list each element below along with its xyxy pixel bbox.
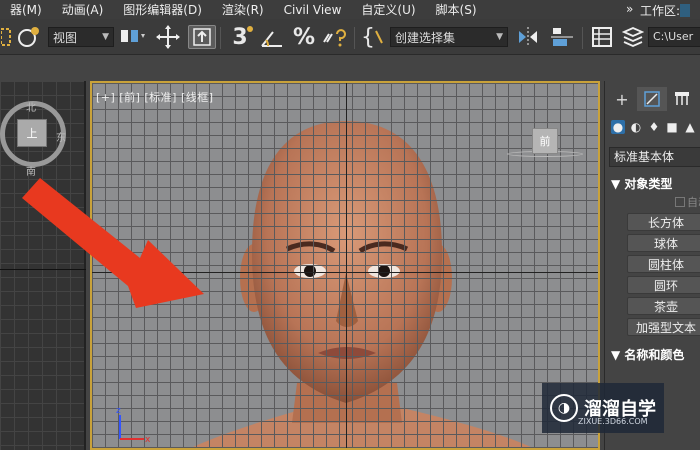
- name-color-rollout[interactable]: ▼ 名称和颜色: [611, 346, 684, 363]
- watermark-subtext: ZIXUE.3D66.COM: [578, 417, 648, 426]
- checkbox-icon: [675, 197, 685, 207]
- object-type-rollout[interactable]: ▼ 对象类型: [611, 175, 672, 192]
- geometry-icon[interactable]: ●: [611, 120, 625, 134]
- teapot-button[interactable]: 茶壶: [627, 297, 700, 315]
- helpers-icon[interactable]: ▲: [683, 120, 697, 134]
- hierarchy-icon: [675, 92, 689, 105]
- cameras-icon[interactable]: ■: [665, 120, 679, 134]
- lights-icon[interactable]: ♦: [647, 120, 661, 134]
- autogrid-label: 自动栅: [687, 196, 700, 209]
- torus-button[interactable]: 圆环: [627, 276, 700, 294]
- tab-hierarchy[interactable]: [667, 87, 697, 111]
- watermark-logo-icon: ◑: [550, 394, 578, 422]
- object-category-dropdown[interactable]: 标准基本体: [609, 147, 700, 167]
- tab-modify[interactable]: [637, 87, 667, 111]
- autogrid-checkbox[interactable]: 自动栅: [675, 194, 700, 210]
- shapes-icon[interactable]: ◐: [629, 120, 643, 134]
- category-icons: ● ◐ ♦ ■ ▲: [607, 117, 700, 137]
- box-button[interactable]: 长方体: [627, 213, 700, 231]
- modify-icon: [644, 91, 660, 107]
- tab-create[interactable]: +: [607, 87, 637, 111]
- cylinder-button[interactable]: 圆柱体: [627, 255, 700, 273]
- sphere-button[interactable]: 球体: [627, 234, 700, 252]
- command-panel-tabs: +: [607, 87, 700, 111]
- textplus-button[interactable]: 加强型文本: [627, 318, 700, 336]
